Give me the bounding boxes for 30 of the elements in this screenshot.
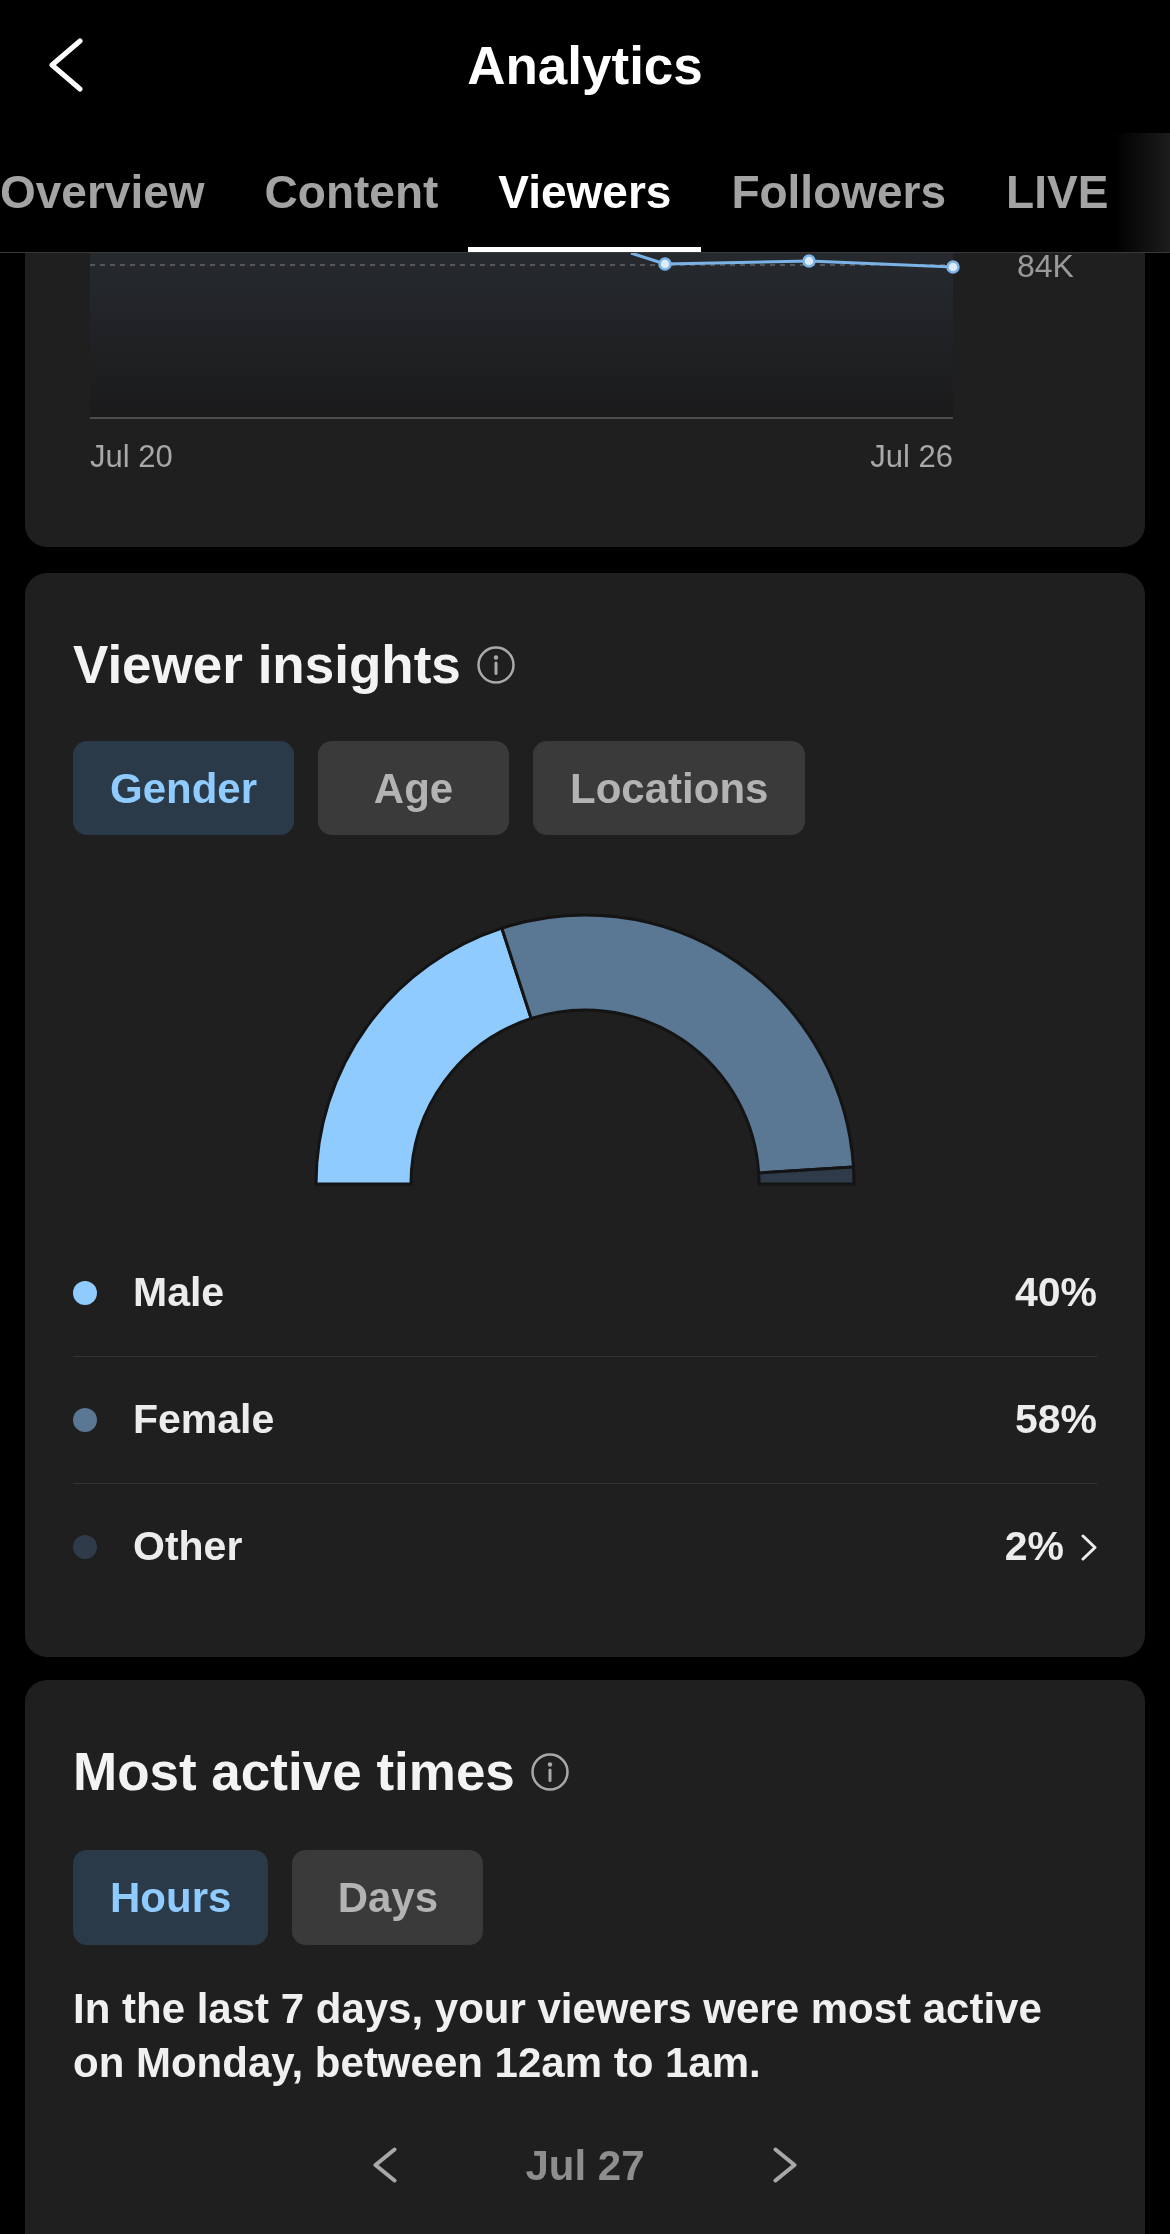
summary-text: In the last 7 days, your viewers were most active on Monday, between 12am to 1am.: [73, 1984, 1043, 2088]
tab[interactable]: LIVE: [976, 130, 1139, 252]
filter-tab[interactable]: Locations: [533, 741, 806, 835]
legend-value: 40%: [1014, 1267, 1097, 1317]
axis-label: Jul 20: [90, 439, 173, 475]
legend-value: 2%: [1004, 1522, 1064, 1572]
axis-label: Jul 26: [870, 439, 953, 475]
section-title: Most active times: [73, 1742, 515, 1802]
filter-tab[interactable]: Hours: [73, 1850, 269, 1945]
tab[interactable]: Followers: [701, 130, 977, 252]
info-icon[interactable]: [476, 646, 515, 684]
axis-label: 84K: [1017, 253, 1074, 279]
data-point: [658, 257, 672, 271]
tab[interactable]: Overview: [0, 130, 235, 252]
legend-value: 58%: [1014, 1395, 1097, 1445]
filter-tab[interactable]: Gender: [73, 741, 295, 835]
filter-tab[interactable]: Days: [292, 1850, 484, 1945]
chevron-right-icon[interactable]: [772, 2147, 797, 2183]
legend-label: Male: [133, 1267, 225, 1317]
data-point: [802, 254, 816, 268]
data-point: [946, 260, 960, 274]
chevron-left-icon[interactable]: [373, 2147, 398, 2183]
info-icon[interactable]: [530, 1753, 569, 1791]
tab[interactable]: Content: [234, 130, 469, 252]
back-icon[interactable]: [49, 38, 83, 92]
legend-label: Other: [133, 1522, 243, 1572]
filter-tab[interactable]: Age: [318, 741, 510, 835]
section-title: Viewer insights: [73, 635, 461, 695]
legend-label: Female: [133, 1395, 275, 1445]
date-label: Jul 27: [525, 2140, 645, 2191]
